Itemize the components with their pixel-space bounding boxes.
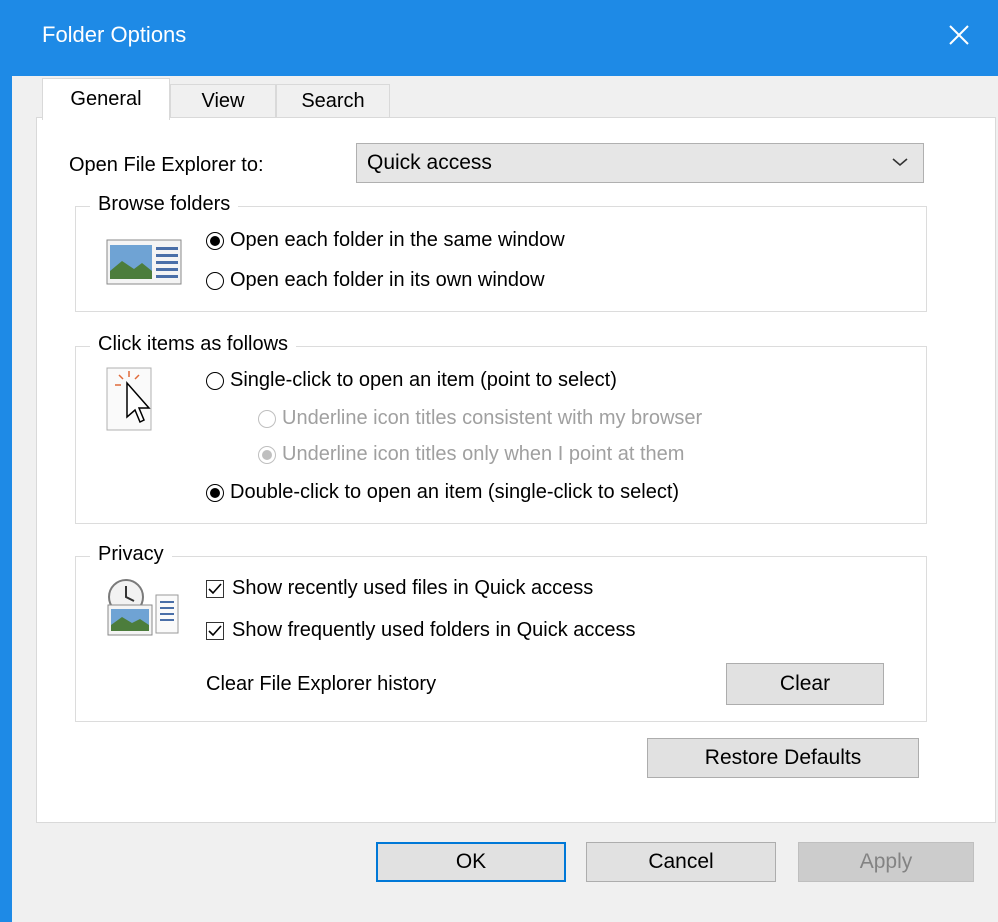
checkbox-indicator bbox=[206, 579, 224, 598]
open-to-label: Open File Explorer to: bbox=[69, 154, 264, 176]
double-click-label: Double-click to open an item (single-cli… bbox=[230, 481, 680, 503]
single-click-label: Single-click to open an item (point to s… bbox=[230, 369, 617, 391]
close-button[interactable] bbox=[938, 14, 980, 56]
tab-general[interactable]: General bbox=[42, 78, 170, 120]
check-icon bbox=[208, 624, 222, 636]
radio-indicator bbox=[206, 271, 224, 290]
underline-point-radio[interactable]: Underline icon titles only when I point … bbox=[258, 443, 684, 466]
cancel-button[interactable]: Cancel bbox=[586, 842, 776, 882]
clear-button-label: Clear bbox=[779, 672, 831, 695]
recent-files-label: Show recently used files in Quick access bbox=[232, 577, 594, 599]
privacy-group: Privacy Show recently used files in Quic… bbox=[75, 543, 927, 722]
radio-indicator bbox=[258, 409, 276, 428]
radio-indicator bbox=[206, 231, 224, 250]
single-click-radio[interactable]: Single-click to open an item (point to s… bbox=[206, 369, 617, 392]
radio-indicator bbox=[206, 483, 224, 502]
tab-strip: General View Search bbox=[12, 78, 998, 120]
same-window-label: Open each folder in the same window bbox=[230, 229, 565, 251]
underline-browser-radio[interactable]: Underline icon titles consistent with my… bbox=[258, 407, 702, 430]
privacy-legend: Privacy bbox=[90, 543, 172, 566]
restore-defaults-button[interactable]: Restore Defaults bbox=[647, 738, 919, 778]
recent-files-checkbox[interactable]: Show recently used files in Quick access bbox=[206, 577, 593, 600]
check-icon bbox=[208, 582, 222, 594]
checkbox-indicator bbox=[206, 621, 224, 640]
click-items-group: Click items as follows Single-click to o… bbox=[75, 333, 927, 524]
folder-window-icon bbox=[106, 239, 182, 285]
close-icon bbox=[949, 25, 969, 45]
tab-label: General bbox=[70, 88, 142, 110]
ok-button-label: OK bbox=[455, 850, 487, 873]
tab-view[interactable]: View bbox=[170, 84, 276, 118]
title-bar[interactable]: Folder Options bbox=[12, 0, 998, 76]
own-window-label: Open each folder in its own window bbox=[230, 269, 545, 291]
open-to-dropdown[interactable]: Quick access bbox=[356, 143, 924, 183]
own-window-radio[interactable]: Open each folder in its own window bbox=[206, 269, 545, 292]
underline-browser-label: Underline icon titles consistent with my… bbox=[282, 407, 703, 429]
open-to-value: Quick access bbox=[367, 151, 492, 174]
window-title: Folder Options bbox=[42, 22, 187, 47]
cursor-icon bbox=[106, 367, 152, 431]
same-window-radio[interactable]: Open each folder in the same window bbox=[206, 229, 565, 252]
clear-button[interactable]: Clear bbox=[726, 663, 884, 705]
browse-folders-legend: Browse folders bbox=[90, 193, 239, 216]
tab-search[interactable]: Search bbox=[276, 84, 390, 118]
apply-button[interactable]: Apply bbox=[798, 842, 974, 882]
tab-label: Search bbox=[301, 90, 365, 112]
frequent-folders-label: Show frequently used folders in Quick ac… bbox=[232, 619, 636, 641]
restore-defaults-label: Restore Defaults bbox=[704, 746, 862, 769]
radio-indicator bbox=[258, 445, 276, 464]
frequent-folders-checkbox[interactable]: Show frequently used folders in Quick ac… bbox=[206, 619, 636, 642]
general-tab-panel: Open File Explorer to: Quick access Brow… bbox=[36, 117, 996, 823]
underline-point-label: Underline icon titles only when I point … bbox=[282, 443, 685, 465]
browse-folders-group: Browse folders Open each folder in the s… bbox=[75, 193, 927, 312]
window-border bbox=[0, 0, 12, 922]
ok-button[interactable]: OK bbox=[376, 842, 566, 882]
apply-button-label: Apply bbox=[859, 850, 913, 873]
tab-label: View bbox=[201, 90, 245, 112]
history-icon bbox=[107, 579, 179, 636]
radio-indicator bbox=[206, 371, 224, 390]
double-click-radio[interactable]: Double-click to open an item (single-cli… bbox=[206, 481, 679, 504]
clear-history-label: Clear File Explorer history bbox=[206, 673, 437, 695]
cancel-button-label: Cancel bbox=[648, 850, 714, 873]
chevron-down-icon bbox=[892, 158, 908, 167]
click-items-legend: Click items as follows bbox=[90, 333, 297, 356]
